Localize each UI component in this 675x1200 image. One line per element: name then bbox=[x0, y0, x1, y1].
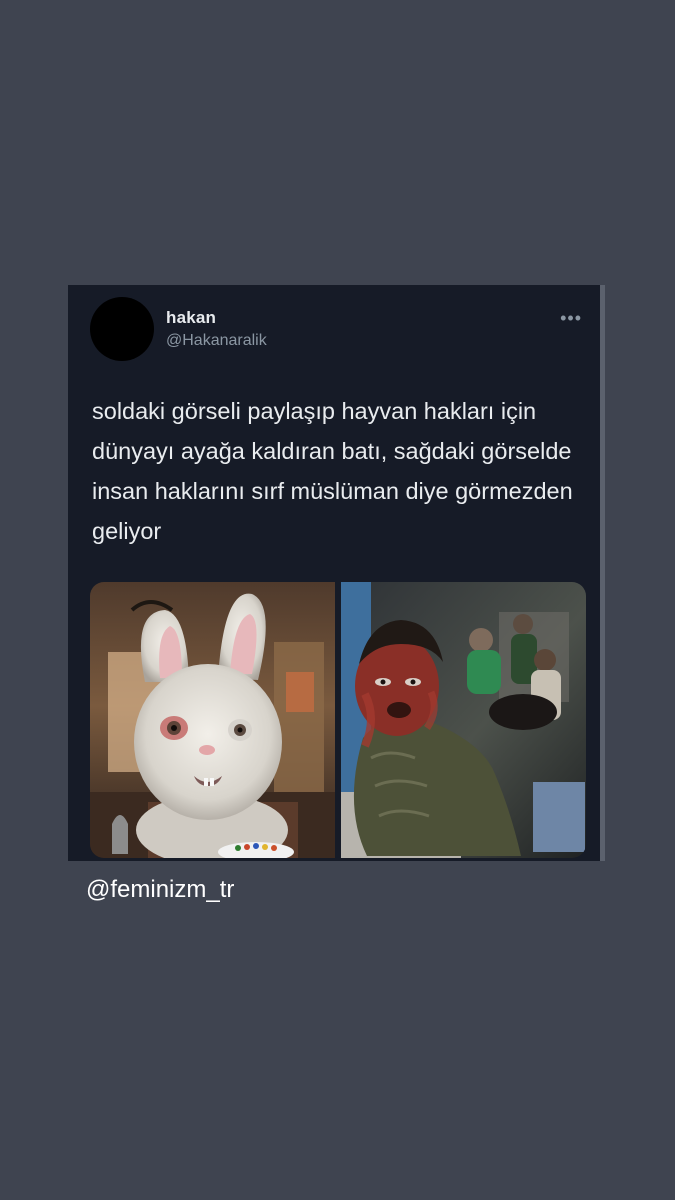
user-handle[interactable]: @Hakanaralik bbox=[166, 332, 267, 350]
injured-child-illustration bbox=[341, 582, 586, 858]
rabbit-puppet-illustration bbox=[90, 582, 335, 858]
scrollbar-edge bbox=[600, 285, 605, 861]
display-name[interactable]: hakan bbox=[166, 308, 216, 328]
tweet-card[interactable]: hakan @Hakanaralik ••• soldaki görseli p… bbox=[68, 285, 600, 861]
more-horizontal-icon[interactable]: ••• bbox=[560, 309, 582, 327]
tweet-media-grid[interactable] bbox=[90, 582, 586, 858]
rabbit-puppet-image[interactable] bbox=[90, 582, 335, 858]
watermark-account: @feminizm_tr bbox=[86, 876, 235, 903]
tweet-text: soldaki görseli paylaşıp hayvan hakları … bbox=[92, 398, 573, 544]
injured-child-image[interactable] bbox=[341, 582, 586, 858]
avatar[interactable] bbox=[90, 297, 154, 361]
